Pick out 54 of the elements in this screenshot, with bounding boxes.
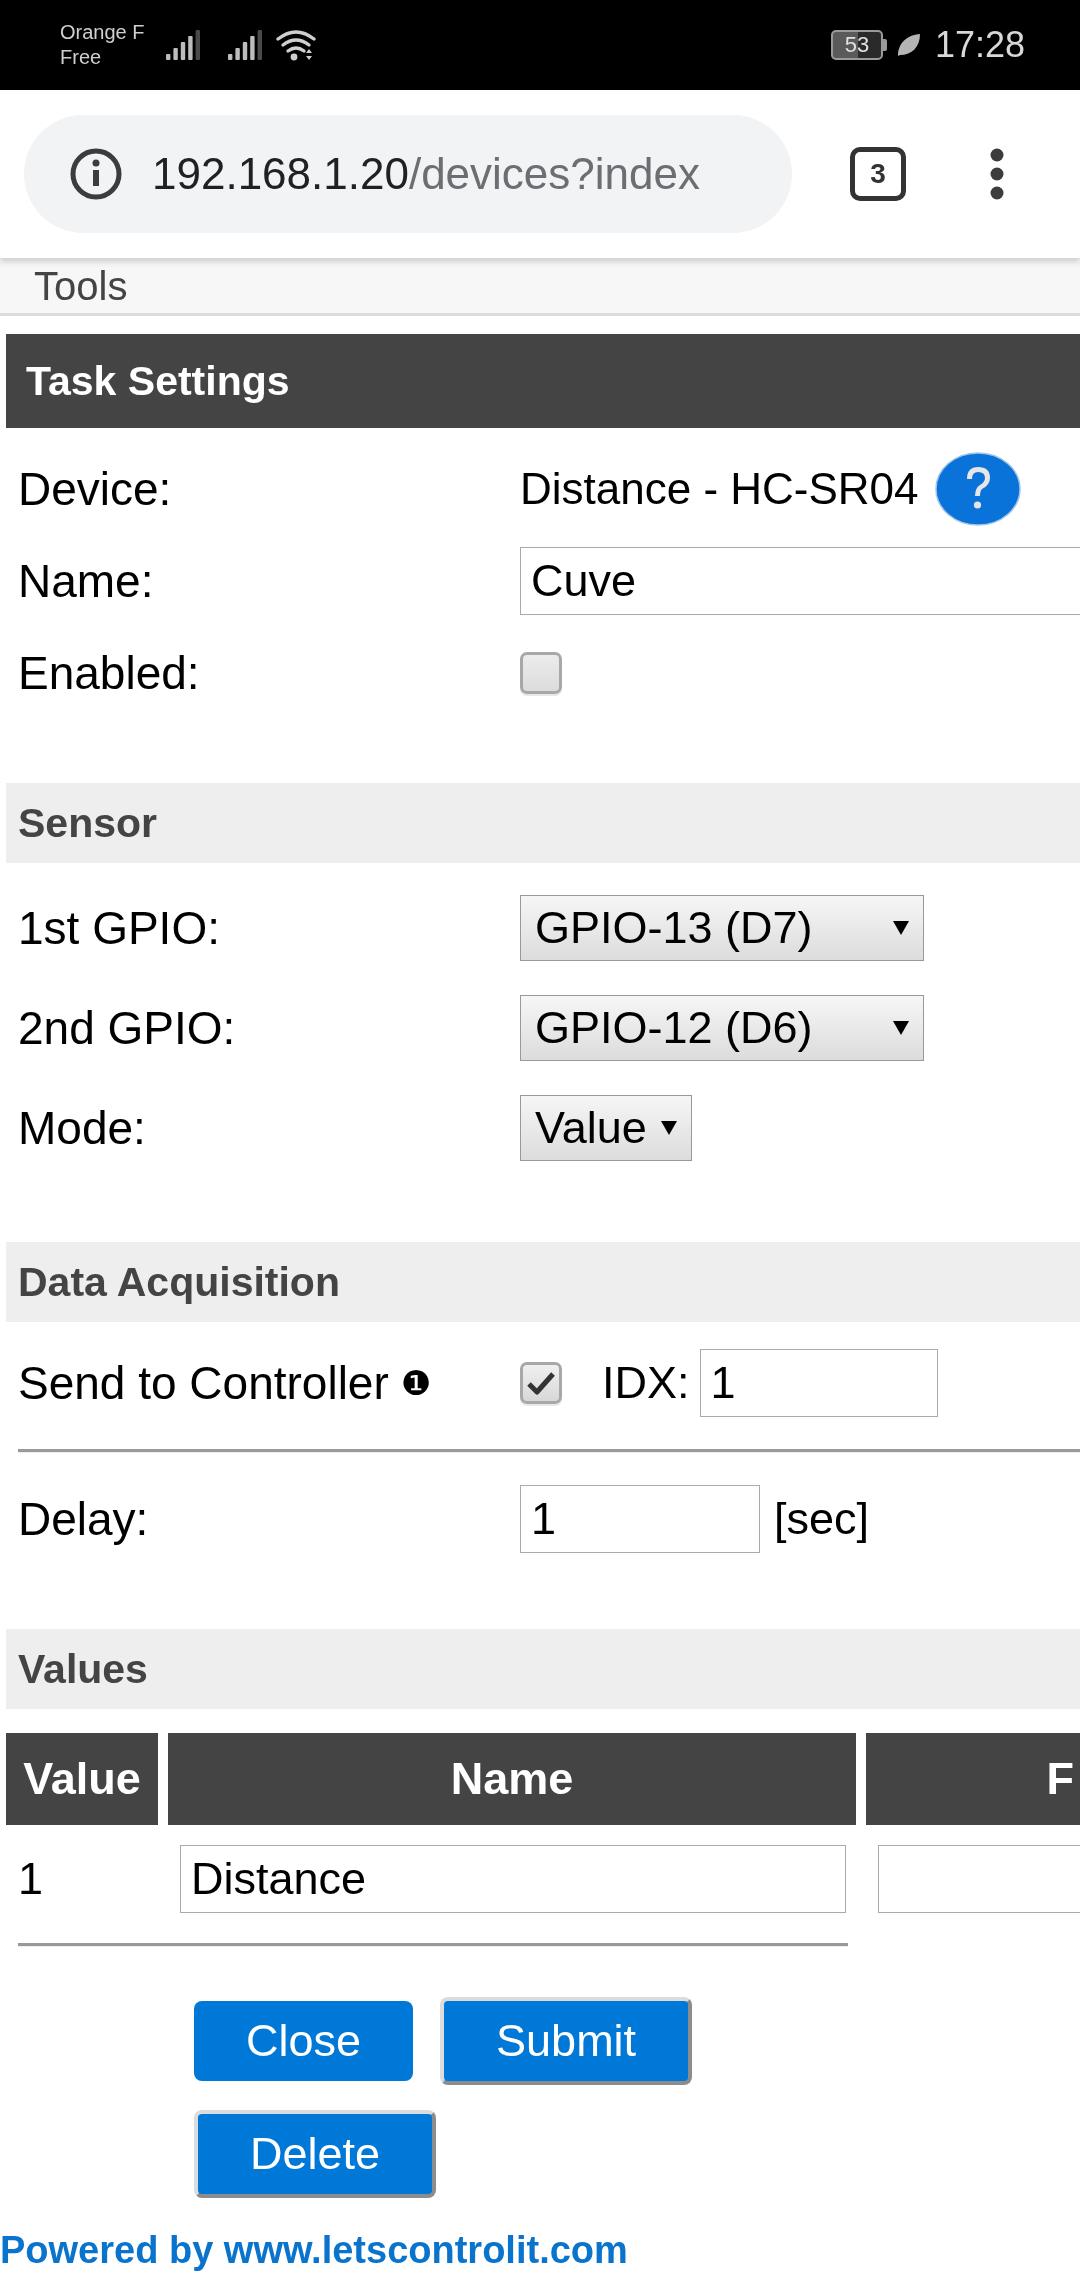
dropdown-arrow-icon — [893, 1021, 909, 1035]
footer-link[interactable]: www.letscontrolit.com — [223, 2229, 628, 2271]
input-field[interactable]: Distance — [180, 1845, 846, 1913]
section-header: Task Settings — [6, 334, 1080, 428]
status-time: 17:28 — [934, 24, 1025, 66]
signal-icon — [228, 30, 265, 60]
field-label: IDX: — [602, 1357, 690, 1409]
dropdown[interactable]: GPIO-13 (D7) — [520, 895, 924, 961]
section-header: Data Acquisition — [6, 1242, 1080, 1322]
section-header: Values — [6, 1629, 1080, 1709]
input-field[interactable]: 1 — [520, 1485, 760, 1553]
info-icon[interactable] — [70, 148, 122, 200]
field-label: Device: — [17, 462, 172, 516]
input-field[interactable] — [878, 1845, 1080, 1913]
field-label: Delay: — [17, 1492, 149, 1546]
column-header: Name — [168, 1733, 856, 1825]
column-header: F — [866, 1733, 1080, 1825]
dropdown-arrow-icon — [660, 1121, 677, 1135]
section-header: Sensor — [6, 783, 1080, 863]
form-button[interactable]: Close — [194, 2001, 414, 2081]
field-label: Mode: — [17, 1101, 146, 1155]
signal-icon — [166, 30, 203, 60]
unit-label: [sec] — [774, 1493, 870, 1545]
dropdown-arrow-icon — [893, 921, 909, 935]
battery-indicator: 53 — [830, 30, 887, 60]
input-field[interactable]: 1 — [699, 1349, 938, 1417]
menu-icon[interactable] — [990, 148, 1004, 200]
nav-link[interactable]: Tools — [34, 265, 128, 306]
leaf-icon — [896, 33, 921, 57]
form-button[interactable]: Delete — [194, 2110, 437, 2198]
carrier-name: Free — [60, 45, 103, 70]
checkmark-icon — [527, 1371, 555, 1395]
field-label: Name: — [17, 554, 154, 608]
field-label: Enabled: — [17, 646, 200, 700]
checkbox[interactable] — [520, 1362, 562, 1404]
form-button[interactable]: Submit — [440, 1997, 693, 2085]
field-label: 1st GPIO: — [17, 901, 220, 955]
help-icon[interactable] — [934, 452, 1021, 526]
input-field[interactable]: Cuve — [520, 547, 1080, 615]
carrier-name: Orange F — [60, 20, 145, 45]
footer-text: Powered by www.letscontrolit.com — [0, 2228, 628, 2273]
dropdown[interactable]: GPIO-12 (D6) — [520, 995, 924, 1061]
tab-count-button[interactable]: 3 — [850, 147, 906, 201]
table-cell-text: 1 — [17, 1853, 44, 1905]
note-marker: ❶ — [400, 1363, 432, 1403]
wifi-icon — [276, 29, 317, 61]
checkbox[interactable] — [520, 652, 562, 694]
field-value: Distance - HC-SR04 — [520, 464, 919, 514]
address-bar[interactable]: 192.168.1.20/devices?index — [24, 115, 792, 233]
url-text: 192.168.1.20/devices?index — [152, 149, 700, 199]
dropdown[interactable]: Value — [520, 1095, 692, 1161]
field-label: 2nd GPIO: — [17, 1001, 236, 1055]
column-header: Value — [6, 1733, 158, 1825]
field-label: Send to Controller — [18, 1356, 389, 1410]
